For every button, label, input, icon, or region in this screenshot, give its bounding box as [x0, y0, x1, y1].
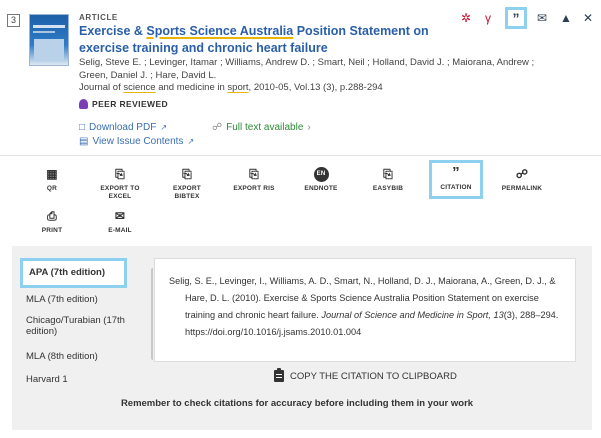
download-pdf-link[interactable]: □ Download PDF ↗	[79, 122, 167, 133]
citation-panel: APA (7th edition) MLA (7th edition) Chic…	[12, 246, 592, 430]
export-ris-button[interactable]: ⎘ EXPORT RIS	[222, 166, 286, 193]
close-icon[interactable]: ✕	[577, 7, 599, 29]
citation-text: Selig, S. E., Levinger, I., Williams, A.…	[169, 276, 559, 337]
email-button[interactable]: ✉ E-MAIL	[88, 208, 152, 235]
citation-style-harvard[interactable]: Harvard 1	[26, 374, 144, 385]
printer-icon: ⎙	[47, 209, 57, 223]
external-link-icon: ↗	[160, 123, 168, 132]
record-source: Journal of science and medicine in sport…	[79, 82, 383, 93]
email-icon: ✉	[114, 209, 126, 223]
resource-type: ARTICLE	[79, 13, 118, 22]
export-excel-button[interactable]: ⎘ EXPORT TO EXCEL	[88, 166, 152, 201]
clipboard-icon	[274, 368, 284, 382]
full-text-available-link[interactable]: ☍ Full text available ›	[212, 122, 311, 133]
actions-toolbar: ▦ QR ⎘ EXPORT TO EXCEL ⎘ EXPORT BIBTEX ⎘ EXP…	[0, 160, 601, 238]
search-result-record: 3 ARTICLE Exercise & Sports Science Aust…	[0, 0, 601, 156]
file-export-icon: ⎘	[249, 167, 259, 181]
link-icon: ☍	[212, 122, 223, 133]
qr-code-icon: ▦	[46, 167, 58, 181]
external-link-icon: ↗	[187, 137, 195, 146]
qr-button[interactable]: ▦ QR	[20, 166, 84, 193]
citation-accuracy-reminder: Remember to check citations for accuracy…	[120, 398, 474, 409]
record-number: 3	[7, 14, 20, 27]
pdf-document-icon: □	[79, 122, 86, 133]
citation-quote-icon: ”	[452, 164, 460, 181]
peer-reviewed-badge: PEER REVIEWED	[79, 99, 168, 109]
chevron-right-icon: ›	[307, 122, 311, 133]
easybib-button[interactable]: ⎘ EASYBIB	[356, 166, 420, 193]
record-title[interactable]: Exercise & Sports Science Australia Posi…	[79, 23, 469, 56]
print-button[interactable]: ⎙ PRINT	[20, 208, 84, 235]
citation-style-mla7[interactable]: MLA (7th edition)	[26, 294, 144, 305]
record-quick-actions: ✲ γ ” ✉ ▲ ✕	[455, 7, 595, 29]
file-export-icon: ⎘	[383, 167, 393, 181]
citation-style-apa7[interactable]: APA (7th edition)	[20, 258, 127, 288]
pin-icon[interactable]: ▲	[555, 7, 577, 29]
peer-reviewed-icon	[79, 99, 88, 109]
citation-quote-icon[interactable]: ”	[505, 7, 527, 29]
citation-button[interactable]: ” CITATION	[429, 160, 483, 199]
copy-citation-button[interactable]: COPY THE CITATION TO CLIPBOARD	[274, 368, 457, 382]
zotero-icon[interactable]: γ	[477, 7, 499, 29]
record-authors: Selig, Steve E. ; Levinger, Itamar ; Wil…	[79, 57, 535, 81]
permalink-button[interactable]: ☍ PERMALINK	[490, 166, 554, 193]
endnote-button[interactable]: EN ENDNOTE	[289, 166, 353, 193]
citation-style-chicago[interactable]: Chicago/Turabian (17th edition)	[26, 315, 144, 337]
mendeley-icon[interactable]: ✲	[455, 7, 477, 29]
export-bibtex-button[interactable]: ⎘ EXPORT BIBTEX	[155, 166, 219, 201]
book-icon: ▤	[79, 136, 89, 147]
file-export-icon: ⎘	[115, 167, 125, 181]
journal-cover-thumbnail[interactable]	[29, 14, 69, 66]
file-export-icon: ⎘	[182, 167, 192, 181]
email-icon[interactable]: ✉	[531, 7, 553, 29]
citation-text-box[interactable]: Selig, S. E., Levinger, I., Williams, A.…	[154, 258, 576, 362]
style-list-scrollbar[interactable]	[151, 268, 153, 360]
endnote-icon: EN	[289, 166, 353, 182]
view-issue-contents-link[interactable]: ▤ View Issue Contents ↗	[79, 136, 194, 147]
citation-style-mla8[interactable]: MLA (8th edition)	[26, 351, 144, 362]
link-icon: ☍	[515, 167, 529, 181]
